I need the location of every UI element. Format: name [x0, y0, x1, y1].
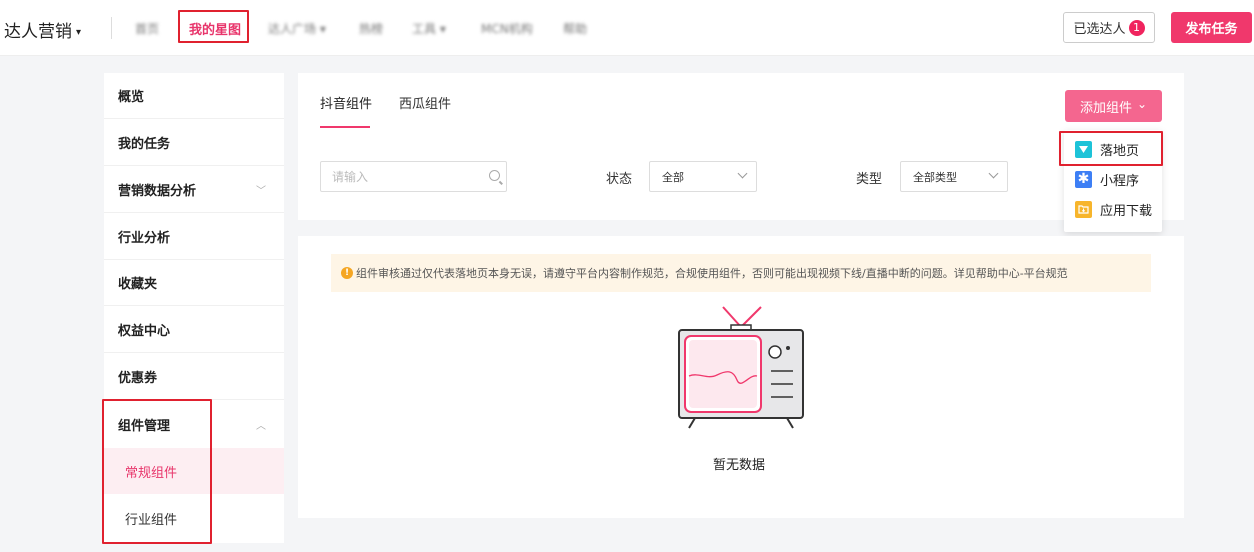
tab-xigua-components[interactable]: 西瓜组件 [399, 93, 451, 112]
warning-icon: ! [341, 267, 353, 279]
sidebar-item-label: 概览 [118, 90, 145, 105]
brand-menu[interactable]: 达人营销 ▾ [4, 17, 81, 42]
count-badge: 1 [1128, 19, 1145, 36]
search-icon[interactable] [489, 170, 500, 181]
chevron-down-icon [737, 168, 748, 179]
brand-label: 达人营销 [4, 22, 72, 42]
chevron-down-icon: ⌄ [1136, 96, 1148, 111]
status-value: 全部 [662, 170, 684, 184]
sidebar-item-overview[interactable]: 概览 [104, 73, 284, 119]
caret-down-icon: ▾ [76, 27, 82, 38]
chevron-down-icon [988, 168, 999, 179]
selected-talents-label: 已选达人 [1073, 22, 1126, 37]
sidebar-item-label: 营销数据分析 [118, 184, 197, 199]
highlight-box [102, 399, 212, 544]
menu-item-label: 应用下载 [1100, 203, 1153, 219]
content-panel: ! 组件审核通过仅代表落地页本身无误，请遵守平台内容制作规范，合规使用组件，否则… [298, 236, 1184, 518]
nav-item-home[interactable]: 首页 [135, 20, 159, 37]
nav-item-help[interactable]: 帮助 [563, 20, 587, 37]
sidebar-item-marketing-analysis[interactable]: 营销数据分析 ﹀ [104, 167, 284, 213]
nav-item-mcn[interactable]: MCN机构 [481, 20, 533, 37]
nav-item-hot-list[interactable]: 热榜 [359, 20, 383, 37]
sidebar-item-benefits[interactable]: 权益中心 [104, 307, 284, 353]
empty-tv-illustration [678, 306, 804, 429]
sidebar-item-my-tasks[interactable]: 我的任务 [104, 120, 284, 166]
menu-item-mini-program[interactable]: ✱ 小程序 [1064, 164, 1162, 194]
tab-douyin-components[interactable]: 抖音组件 [320, 93, 372, 112]
filter-panel: 抖音组件 西瓜组件 添加组件 ⌄ 请输入 状态 全部 类型 全部类型 [298, 73, 1184, 220]
status-select[interactable]: 全部 [649, 161, 757, 192]
chevron-up-icon: ︿ [256, 420, 266, 432]
sidebar-item-label: 权益中心 [118, 324, 171, 339]
type-label: 类型 [856, 172, 883, 187]
notice-text: 组件审核通过仅代表落地页本身无误，请遵守平台内容制作规范，合规使用组件，否则可能… [356, 267, 1068, 280]
search-input[interactable]: 请输入 [320, 161, 507, 192]
highlight-box [178, 10, 249, 43]
active-tab-indicator [320, 126, 370, 128]
status-label: 状态 [606, 172, 633, 187]
sidebar-item-label: 优惠券 [118, 371, 158, 386]
sidebar-item-label: 行业分析 [118, 231, 171, 246]
nav-item-tools[interactable]: 工具 ▾ [412, 20, 446, 37]
chevron-down-icon: ﹀ [256, 186, 266, 197]
mini-program-icon: ✱ [1075, 170, 1092, 188]
empty-state-text: 暂无数据 [713, 458, 766, 473]
menu-item-label: 小程序 [1100, 173, 1140, 189]
type-select[interactable]: 全部类型 [900, 161, 1008, 192]
sidebar-item-label: 我的任务 [118, 137, 171, 152]
add-component-label: 添加组件 [1079, 100, 1132, 116]
highlight-box [1059, 131, 1163, 166]
search-placeholder: 请输入 [332, 170, 369, 184]
divider [111, 17, 112, 39]
sidebar-item-label: 收藏夹 [118, 277, 158, 292]
sidebar-item-industry-analysis[interactable]: 行业分析 [104, 214, 284, 260]
publish-task-button[interactable]: 发布任务 [1171, 12, 1252, 43]
notice-banner: ! 组件审核通过仅代表落地页本身无误，请遵守平台内容制作规范，合规使用组件，否则… [331, 254, 1151, 292]
type-value: 全部类型 [913, 170, 957, 184]
nav-item-talent-square[interactable]: 达人广场 ▾ [268, 20, 326, 37]
app-download-icon [1075, 200, 1092, 218]
selected-talents-button[interactable]: 已选达人 1 [1063, 12, 1155, 43]
sidebar-item-favorites[interactable]: 收藏夹 [104, 260, 284, 306]
sidebar-item-coupons[interactable]: 优惠券 [104, 354, 284, 400]
menu-item-app-download[interactable]: 应用下载 [1064, 194, 1162, 224]
add-component-button[interactable]: 添加组件 ⌄ [1065, 90, 1162, 122]
